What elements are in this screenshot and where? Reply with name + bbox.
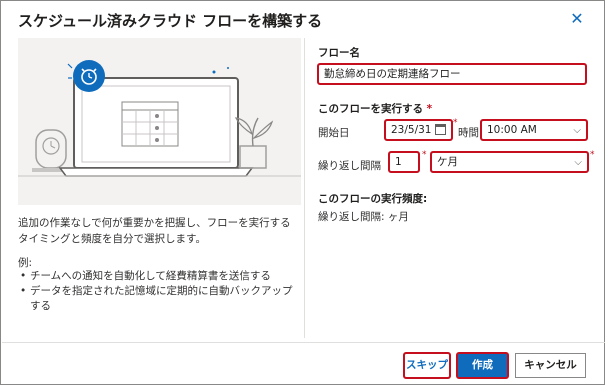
repeat-unit-select[interactable]: ケ月 ⌵ [430,151,589,173]
create-button[interactable]: 作成 [456,352,509,379]
time-value: 10:00 AM [487,124,537,136]
required-mark: * [422,150,427,160]
repeat-label: 繰り返し間隔 [318,160,381,172]
close-icon[interactable]: ✕ [569,11,585,27]
description-text: 追加の作業なしで何が重要かを把握し、フローを実行するタイミングと頻度を自分で選択… [18,217,291,245]
illustration [18,38,301,205]
calendar-icon[interactable] [435,124,446,135]
time-select[interactable]: 10:00 AM ⌵ [480,119,588,141]
flow-name-field[interactable]: 勤怠締め日の定期連絡フロー [317,63,587,85]
frequency-text: 繰り返し間隔: ヶ月 [318,211,409,223]
repeat-count-field[interactable]: 1 [388,151,420,173]
repeat-unit-value: ケ月 [437,156,458,168]
chevron-down-icon: ⌵ [573,125,581,136]
flow-name-label: フロー名 [318,47,360,59]
required-mark: * [426,103,433,115]
laptop-illustration [18,60,301,177]
cancel-button[interactable]: キャンセル [515,353,586,378]
run-section-text: このフローを実行する [318,103,423,115]
example-label: 例: [18,257,33,269]
dialog: スケジュール済みクラウド フローを構築する ✕ 追加の作業なしで何が重要かを把握… [0,0,605,385]
footer-divider [2,342,605,343]
start-date-label: 開始日 [318,127,350,139]
run-section-label: このフローを実行する * [318,101,432,116]
frequency-heading: このフローの実行頻度: [318,193,428,205]
start-date-value: 23/5/31 [391,124,432,136]
start-date-field[interactable]: 23/5/31 [384,119,453,141]
required-mark: * [453,118,458,128]
skip-button[interactable]: スキップ [403,352,451,379]
dialog-title: スケジュール済みクラウド フローを構築する [18,12,323,30]
example-list: チームへの通知を自動化して経費精算書を送信する データを指定された記憶域に定期的… [18,269,301,314]
divider [304,38,305,338]
chevron-down-icon: ⌵ [574,157,582,168]
time-label: 時間 [458,127,479,139]
list-item: データを指定された記憶域に定期的に自動バックアップする [18,284,301,314]
list-item: チームへの通知を自動化して経費精算書を送信する [18,269,301,284]
required-mark: * [590,150,595,160]
